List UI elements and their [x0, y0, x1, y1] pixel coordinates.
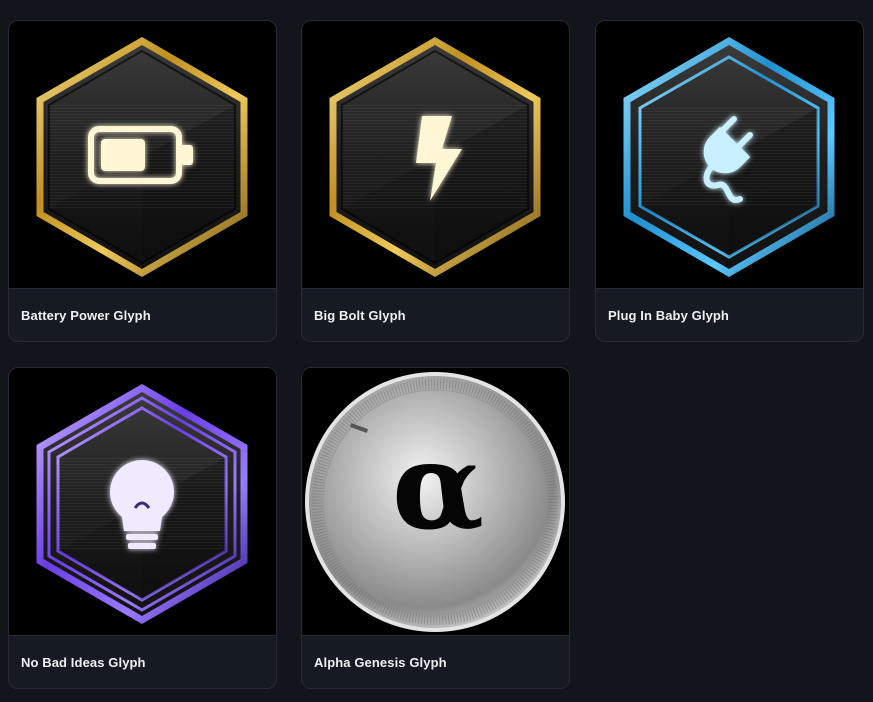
plug-icon [623, 36, 835, 278]
lightning-bolt-icon [329, 36, 541, 278]
glyph-card-big-bolt[interactable]: Big Bolt Glyph [301, 20, 570, 342]
lightbulb-icon [36, 383, 248, 625]
glyph-card-plug-in-baby[interactable]: Plug In Baby Glyph [595, 20, 864, 342]
glyph-title: Battery Power Glyph [21, 308, 151, 323]
glyph-card-no-bad-ideas[interactable]: No Bad Ideas Glyph [8, 367, 277, 689]
glyph-card-alpha-genesis[interactable]: α Alpha Genesis Glyph [301, 367, 570, 689]
glyph-artwork: α [302, 368, 569, 636]
glyph-artwork [9, 21, 276, 289]
glyph-title: Alpha Genesis Glyph [314, 655, 447, 670]
glyph-grid: Battery Power Glyph Big Bolt Glyph Plug … [0, 0, 873, 702]
alpha-symbol: α [392, 416, 484, 557]
glyph-title: Plug In Baby Glyph [608, 308, 729, 323]
glyph-title: No Bad Ideas Glyph [21, 655, 146, 670]
glyph-title: Big Bolt Glyph [314, 308, 406, 323]
battery-icon [36, 36, 248, 278]
glyph-artwork [596, 21, 863, 289]
glyph-artwork [302, 21, 569, 289]
glyph-card-battery-power[interactable]: Battery Power Glyph [8, 20, 277, 342]
alpha-coin-icon: α [305, 372, 565, 632]
glyph-artwork [9, 368, 276, 636]
